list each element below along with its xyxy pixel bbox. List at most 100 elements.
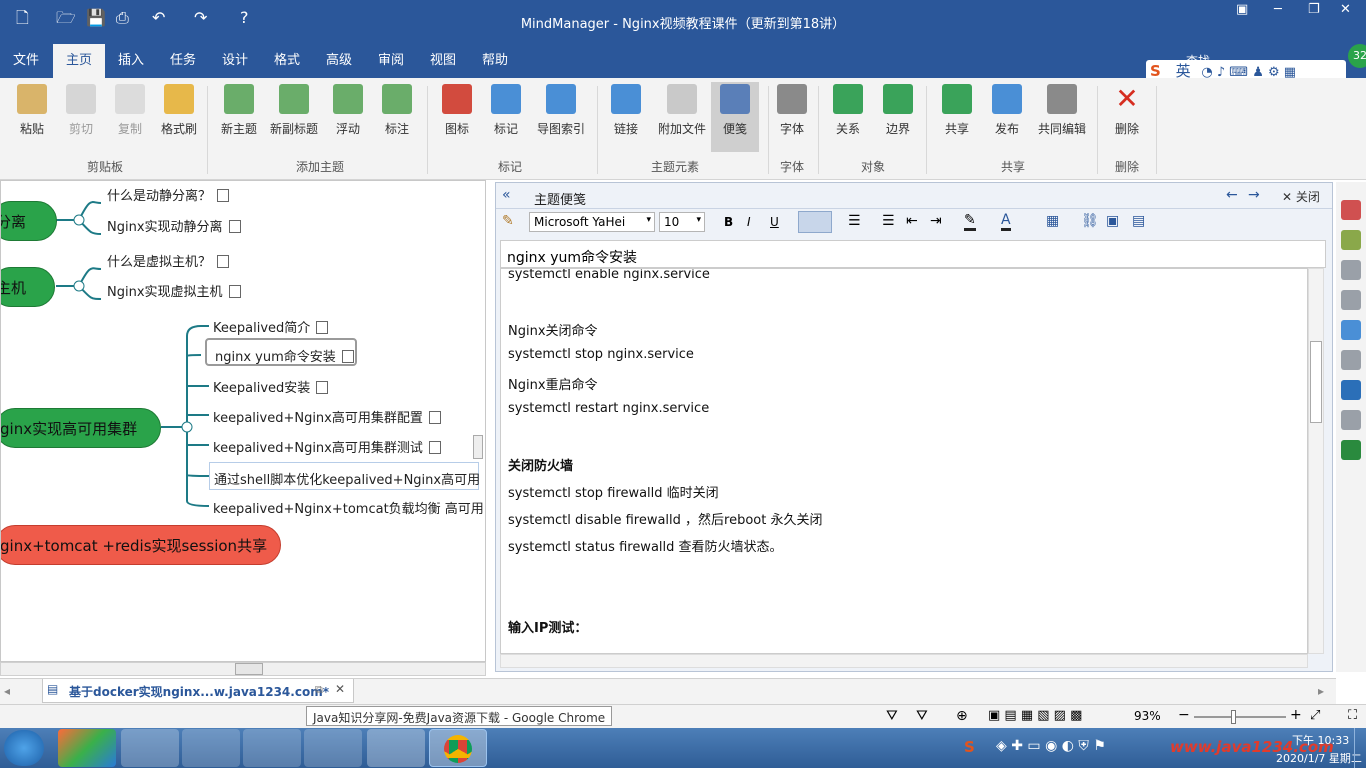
next-note-icon[interactable]: → <box>1248 187 1260 203</box>
scroll-thumb[interactable] <box>1310 341 1322 423</box>
bold-icon[interactable]: B <box>724 215 733 229</box>
note-vertical-scrollbar[interactable] <box>1308 268 1324 654</box>
map-index-button[interactable]: 导图索引 <box>533 84 589 137</box>
tab-tasks[interactable]: 任务 <box>157 44 209 78</box>
scroll-thumb[interactable] <box>235 663 263 675</box>
underline-icon[interactable]: U <box>770 215 779 229</box>
topic-ha-cluster-config[interactable]: keepalived+Nginx高可用集群配置 <box>213 407 441 426</box>
taskbar-computer-icon[interactable] <box>243 729 301 767</box>
branch-node-virtual-host[interactable]: 主机 <box>1 267 55 307</box>
topic-shell-optimize[interactable]: 通过shell脚本优化keepalived+Nginx高可用 <box>209 462 480 490</box>
branch-node-static-separation[interactable]: 分离 <box>1 201 57 241</box>
topic-keepalived-install[interactable]: Keepalived安装 <box>213 377 329 396</box>
align-left-button[interactable] <box>798 211 832 233</box>
insert-image-icon[interactable]: ▣ <box>1106 213 1119 229</box>
overview-icon[interactable] <box>1341 380 1361 400</box>
filter-icon[interactable]: ⛛ <box>886 708 898 724</box>
icon-button[interactable]: 图标 <box>431 84 483 137</box>
fullscreen-icon[interactable]: ⛶ <box>1348 708 1357 723</box>
taskbar-folder-icon[interactable] <box>304 729 362 767</box>
new-topic-button[interactable]: 新主题 <box>213 84 265 137</box>
zoom-slider-thumb[interactable] <box>1231 710 1236 724</box>
topic-what-is-virtual-host[interactable]: 什么是虚拟主机？ <box>107 251 230 270</box>
restore-ribbon-icon[interactable]: ▣ <box>1236 2 1248 17</box>
format-painter-button[interactable]: 格式刷 <box>153 84 205 137</box>
search-icon[interactable] <box>1341 350 1361 370</box>
italic-icon[interactable]: I <box>747 215 751 229</box>
tab-scroll-left-icon[interactable]: ◂ <box>4 684 10 698</box>
tab-file[interactable]: 文件 <box>0 44 52 78</box>
clock-time[interactable]: 下午 10:33 <box>1292 732 1349 748</box>
numbered-list-icon[interactable]: ☰ <box>848 213 861 229</box>
tab-review[interactable]: 审阅 <box>365 44 417 78</box>
minimize-button[interactable]: ─ <box>1274 2 1282 17</box>
copy-button[interactable]: 复制 <box>104 84 156 137</box>
topic-ha-cluster-test[interactable]: keepalived+Nginx高可用集群测试 <box>213 437 441 456</box>
co-edit-button[interactable]: 共同编辑 <box>1033 84 1091 137</box>
floating-topic-button[interactable]: 浮动 <box>322 84 374 137</box>
tab-view[interactable]: 视图 <box>417 44 469 78</box>
share-button[interactable]: 共享 <box>931 84 983 137</box>
calendar-icon[interactable] <box>1341 230 1361 250</box>
show-desktop-button[interactable] <box>1354 728 1366 768</box>
taskbar-app2-icon[interactable] <box>367 729 425 767</box>
highlight-color-icon[interactable]: ✎ <box>964 212 976 231</box>
start-button-icon[interactable] <box>4 730 44 766</box>
close-button[interactable]: ✕ <box>1340 2 1351 17</box>
map-parts-icon[interactable] <box>1341 290 1361 310</box>
zoom-slider[interactable] <box>1194 716 1286 718</box>
topic-what-is-static-separation[interactable]: 什么是动静分离？ <box>107 185 230 204</box>
bullet-list-icon[interactable]: ☰ <box>882 213 895 229</box>
topic-nginx-yum-install-selected[interactable]: nginx yum命令安装 <box>205 338 357 366</box>
library-icon[interactable] <box>1341 320 1361 340</box>
fit-map-icon[interactable]: ⤢ <box>1310 708 1320 723</box>
tab-insert[interactable]: 插入 <box>105 44 157 78</box>
cut-button[interactable]: 剪切 <box>55 84 107 137</box>
topic-keepalived-intro[interactable]: Keepalived简介 <box>213 317 329 336</box>
font-size-select[interactable]: 10 ▾ <box>659 212 705 232</box>
indent-icon[interactable]: ⇥ <box>930 213 942 229</box>
tab-home[interactable]: 主页 <box>53 44 105 78</box>
previous-note-icon[interactable]: ← <box>1226 187 1238 203</box>
task-info-icon[interactable] <box>1341 200 1361 220</box>
paste-button[interactable]: 粘贴 <box>6 84 58 137</box>
pin-icon[interactable]: ⧉ <box>315 683 323 697</box>
map-horizontal-scrollbar[interactable] <box>0 662 486 676</box>
tab-design[interactable]: 设计 <box>209 44 261 78</box>
vertical-scroll-thumb[interactable] <box>473 435 483 459</box>
focus-icon[interactable]: ⊕ <box>956 708 968 724</box>
hyperlink-icon[interactable]: ⛓ <box>1081 213 1099 229</box>
attach-file-button[interactable]: 附加文件 <box>654 84 710 137</box>
tab-scroll-right-icon[interactable]: ▸ <box>1318 684 1324 698</box>
insert-object-icon[interactable]: ▤ <box>1132 213 1145 229</box>
tab-format[interactable]: 格式 <box>261 44 313 78</box>
document-tab[interactable]: ▤ 基于docker实现nginx...w.java1234.com* ⧉ ✕ <box>42 679 354 703</box>
zoom-out-icon[interactable]: − <box>1178 707 1190 723</box>
font-color-icon[interactable]: A <box>1001 212 1011 231</box>
delete-button[interactable]: ✕ 删除 <box>1101 84 1153 137</box>
maximize-button[interactable]: ❐ <box>1308 2 1320 17</box>
zoom-in-icon[interactable]: + <box>1290 707 1302 723</box>
mind-map-canvas[interactable]: 分离 主机 ginx实现高可用集群 ginx+tomcat +redis实现se… <box>0 180 486 662</box>
font-button[interactable]: 字体 <box>766 84 818 137</box>
browser-icon[interactable] <box>1341 410 1361 430</box>
collapse-panel-icon[interactable]: « <box>502 187 511 203</box>
close-notes-button[interactable]: ✕ 关闭 <box>1282 188 1320 205</box>
branch-node-session-sharing[interactable]: ginx+tomcat +redis实现session共享 <box>1 525 281 565</box>
topic-nginx-virtual-host[interactable]: Nginx实现虚拟主机 <box>107 281 241 300</box>
note-editor[interactable]: systemctl enable nginx.service Nginx关闭命令… <box>500 268 1308 654</box>
topic-tomcat-load-balance[interactable]: keepalived+Nginx+tomcat负载均衡 高可用 <box>213 498 484 517</box>
tray-icons[interactable]: ◈ ✚ ▭ ◉ ◐ ⛨ ⚑ <box>996 738 1106 754</box>
filter-settings-icon[interactable]: ⛛ <box>916 708 928 724</box>
topic-nginx-static-separation[interactable]: Nginx实现动静分离 <box>107 216 241 235</box>
branch-node-high-availability[interactable]: ginx实现高可用集群 <box>1 408 161 448</box>
publish-button[interactable]: 发布 <box>981 84 1033 137</box>
excel-icon[interactable] <box>1341 440 1361 460</box>
notification-badge[interactable]: 32 <box>1348 44 1366 68</box>
tab-advanced[interactable]: 高级 <box>313 44 365 78</box>
taskbar-explorer-icon[interactable] <box>182 729 240 767</box>
notes-button[interactable]: 便笺 <box>711 82 759 152</box>
outdent-icon[interactable]: ⇤ <box>906 213 918 229</box>
link-button[interactable]: 链接 <box>600 84 652 137</box>
user-icon[interactable] <box>1341 260 1361 280</box>
